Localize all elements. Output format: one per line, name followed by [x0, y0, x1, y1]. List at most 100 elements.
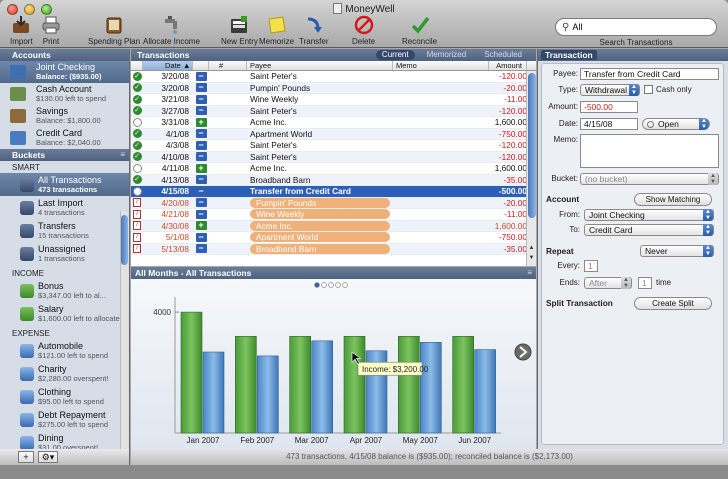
- repeat-select[interactable]: Never ▲ ▼: [640, 245, 714, 257]
- account-item[interactable]: Savings Balance: $1,800.00: [0, 105, 129, 127]
- transaction-row[interactable]: 7 5/13/08− Broadband Barn -35.00: [131, 243, 536, 255]
- transaction-row[interactable]: ✓ 3/21/08− Wine Weekly -11.00: [131, 94, 536, 106]
- transaction-row[interactable]: ✓ 3/20/08− Saint Peter's -120.00: [131, 71, 536, 83]
- bucket-item[interactable]: All Transactions 473 transactions: [0, 173, 129, 196]
- bucket-item[interactable]: Transfers 15 transactions: [0, 219, 129, 242]
- bucket-item[interactable]: Clothing $95.00 left to spend: [0, 385, 129, 408]
- sidebar-scrollbar[interactable]: [120, 211, 128, 449]
- search-field[interactable]: ⚲: [555, 18, 717, 36]
- expense-bar[interactable]: [474, 349, 496, 434]
- payee-column-header[interactable]: Payee: [247, 61, 393, 70]
- new-entry-button[interactable]: New Entry: [221, 14, 258, 46]
- allocate-income-button[interactable]: Allocate Income: [143, 14, 200, 46]
- transaction-row[interactable]: ✓ 4/1/08− Apartment World -750.00: [131, 128, 536, 140]
- expense-bar[interactable]: [420, 342, 442, 434]
- status-select[interactable]: Open ▲ ▼: [642, 118, 710, 130]
- page-indicator-dot[interactable]: [342, 282, 348, 288]
- income-bar[interactable]: [180, 311, 203, 434]
- scroll-up-arrow[interactable]: ▲: [527, 245, 536, 251]
- import-button[interactable]: Import: [10, 14, 33, 46]
- income-bar[interactable]: [452, 335, 474, 434]
- status-cell[interactable]: ✓: [131, 129, 143, 139]
- type-select[interactable]: Withdrawal ▲ ▼: [580, 84, 640, 96]
- income-bar[interactable]: [289, 335, 311, 434]
- from-account-select[interactable]: Joint Checking ▲ ▼: [584, 209, 714, 221]
- memo-column-header[interactable]: Memo: [393, 61, 489, 70]
- ends-count-field[interactable]: 1: [638, 277, 652, 289]
- page-indicator-dot[interactable]: [321, 282, 327, 288]
- transactions-scroll-knob[interactable]: [528, 73, 536, 218]
- every-field[interactable]: 1: [584, 260, 598, 272]
- status-cell[interactable]: 7: [131, 198, 143, 208]
- status-cell[interactable]: 7: [131, 232, 143, 242]
- scroll-down-arrow[interactable]: ▼: [527, 255, 536, 261]
- transaction-row[interactable]: ✓ 4/13/08− Broadband Barn -35.00: [131, 174, 536, 186]
- sidebar-scroll-knob[interactable]: [121, 215, 128, 265]
- transaction-row[interactable]: 4/15/08− Transfer from Credit Card -500.00: [131, 186, 536, 198]
- memo-field[interactable]: [580, 134, 719, 168]
- status-cell[interactable]: 7: [131, 221, 143, 231]
- status-cell[interactable]: ✓: [131, 152, 143, 162]
- payee-field[interactable]: Transfer from Credit Card: [580, 68, 719, 80]
- tab-memorized[interactable]: Memorized: [421, 50, 473, 60]
- show-matching-button[interactable]: Show Matching: [634, 193, 712, 206]
- buckets-menu-icon[interactable]: ≡: [120, 149, 125, 161]
- transaction-row[interactable]: ✓ 3/27/08− Saint Peter's -120.00: [131, 105, 536, 117]
- bucket-item[interactable]: Debt Repayment $275.00 left to spend: [0, 408, 129, 431]
- account-item[interactable]: Cash Account $130.00 left to spend: [0, 83, 129, 105]
- status-cell[interactable]: ✓: [131, 71, 143, 81]
- status-cell[interactable]: 7: [131, 209, 143, 219]
- status-cell[interactable]: [131, 163, 143, 173]
- next-chart-button[interactable]: [514, 343, 532, 361]
- account-item[interactable]: Joint Checking Balance: ($935.00): [0, 61, 129, 83]
- page-indicator-dot[interactable]: [314, 282, 320, 288]
- status-column-header[interactable]: [131, 61, 143, 70]
- status-cell[interactable]: 7: [131, 244, 143, 254]
- bucket-item[interactable]: Automobile $121.00 left to spend: [0, 339, 129, 362]
- number-column-header[interactable]: #: [209, 61, 247, 70]
- transaction-row[interactable]: ✓ 3/20/08− Pumpin' Pounds -20.00: [131, 82, 536, 94]
- page-indicator-dot[interactable]: [335, 282, 341, 288]
- income-bar[interactable]: [235, 335, 257, 434]
- ends-select[interactable]: After ▲ ▼: [584, 277, 632, 289]
- action-menu-button[interactable]: ⚙▾: [38, 451, 58, 463]
- transaction-row[interactable]: ✓ 4/3/08− Saint Peter's -120.00: [131, 140, 536, 152]
- income-bar[interactable]: [343, 335, 366, 434]
- status-cell[interactable]: ✓: [131, 83, 143, 93]
- memorize-button[interactable]: Memorize: [259, 14, 294, 46]
- search-input[interactable]: [572, 22, 703, 32]
- bucket-select[interactable]: (no bucket) ▲ ▼: [580, 173, 719, 185]
- expense-bar[interactable]: [257, 355, 279, 434]
- chart-menu-icon[interactable]: ≡: [527, 267, 532, 279]
- transaction-row[interactable]: ✓ 4/10/08− Saint Peter's -120.00: [131, 151, 536, 163]
- bucket-item[interactable]: Last Import 4 transactions: [0, 196, 129, 219]
- date-field[interactable]: 4/15/08: [580, 118, 638, 130]
- transfer-button[interactable]: Transfer: [299, 14, 329, 46]
- type-column-header[interactable]: [193, 61, 209, 70]
- reconcile-button[interactable]: Reconcile: [402, 14, 437, 46]
- expense-bar[interactable]: [202, 351, 225, 434]
- bucket-item[interactable]: Bonus $3,347.00 left to al...: [0, 279, 129, 302]
- bucket-item[interactable]: Unassigned 1 transactions: [0, 242, 129, 265]
- status-cell[interactable]: ✓: [131, 175, 143, 185]
- transaction-row[interactable]: 7 4/21/08− Wine Weekly -11.00: [131, 209, 536, 221]
- transaction-row[interactable]: 3/31/08 + Acme Inc. 1,600.00: [131, 117, 536, 129]
- amount-column-header[interactable]: Amount: [489, 61, 527, 70]
- transaction-row[interactable]: 7 5/1/08− Apartment World -750.00: [131, 232, 536, 244]
- add-bucket-button[interactable]: +: [18, 451, 34, 463]
- amount-field[interactable]: -500.00: [580, 101, 638, 113]
- income-bar[interactable]: [398, 335, 420, 434]
- bucket-item[interactable]: Dining $31.00 overspent!: [0, 431, 129, 449]
- create-split-button[interactable]: Create Split: [634, 297, 712, 310]
- spending-plan-button[interactable]: Spending Plan: [88, 14, 140, 46]
- tab-current[interactable]: Current: [375, 50, 415, 60]
- transactions-scrollbar[interactable]: ▲ ▼: [526, 71, 536, 266]
- status-cell[interactable]: ✓: [131, 140, 143, 150]
- expense-bar[interactable]: [311, 340, 333, 434]
- delete-button[interactable]: Delete: [352, 14, 375, 46]
- bucket-item[interactable]: Salary $1,600.00 left to allocate: [0, 302, 129, 325]
- status-cell[interactable]: ✓: [131, 94, 143, 104]
- bucket-item[interactable]: Charity $2,280.00 overspent!: [0, 362, 129, 385]
- tab-scheduled[interactable]: Scheduled: [478, 50, 528, 60]
- transaction-row[interactable]: 7 4/30/08 + Acme Inc. 1,600.00: [131, 220, 536, 232]
